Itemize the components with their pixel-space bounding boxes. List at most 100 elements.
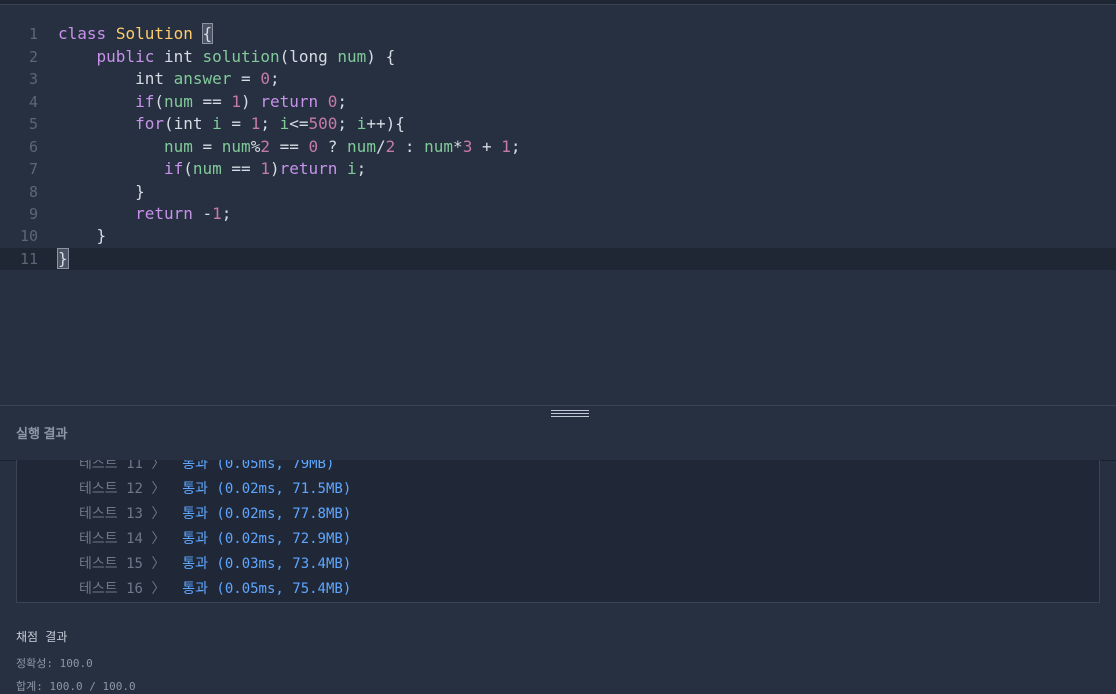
code-token: <= — [289, 114, 309, 133]
result-label: 테스트 12 〉 — [79, 481, 166, 497]
code-token: - — [192, 204, 213, 223]
code-token: ; — [356, 159, 367, 178]
line-number: 4 — [28, 93, 38, 111]
code-token: num — [347, 137, 376, 156]
code-line[interactable]: 7 if(num == 1)return i; — [0, 158, 1116, 180]
code-token: int — [163, 47, 193, 66]
code-token: answer — [173, 69, 232, 88]
code-token: { — [201, 23, 214, 44]
code-token: % — [250, 137, 261, 156]
code-token: ) — [269, 159, 280, 178]
code-token: ; — [269, 69, 280, 88]
code-token: if — [163, 159, 184, 178]
panel-title: 실행 결과 — [16, 426, 68, 441]
code-token: return — [279, 159, 338, 178]
line-number: 8 — [28, 183, 38, 201]
code-token: == — [192, 92, 232, 111]
line-number: 1 — [28, 25, 38, 43]
list-item: 테스트 14 〉 통과 (0.02ms, 72.9MB) — [79, 527, 351, 552]
code-token: : — [395, 137, 425, 156]
result-value: 통과 (0.02ms, 77.8MB) — [182, 506, 352, 522]
code-token: 0 — [327, 92, 338, 111]
code-token: num — [337, 47, 367, 66]
code-token: ) { — [366, 47, 396, 66]
code-token: i — [212, 114, 222, 133]
code-token: long — [289, 47, 328, 66]
code-token: 0 — [260, 69, 270, 88]
code-token: ; — [337, 114, 357, 133]
code-token: == — [269, 137, 309, 156]
code-token: + — [472, 137, 502, 156]
code-line-active[interactable]: 11 } — [0, 248, 1116, 270]
code-line[interactable]: 3 int answer = 0; — [0, 68, 1116, 90]
code-line[interactable]: 4 if(num == 1) return 0; — [0, 91, 1116, 113]
code-token: class — [58, 24, 107, 43]
code-token: ; — [260, 114, 280, 133]
list-item: 테스트 11 〉 통과 (0.05ms, 79MB) — [79, 460, 334, 477]
code-token: = — [192, 137, 222, 156]
code-token: * — [453, 137, 463, 156]
code-token: 2 — [385, 137, 396, 156]
code-token: 1 — [212, 204, 222, 223]
code-token: } — [135, 182, 145, 201]
panel-splitter: 실행 결과 — [0, 405, 1116, 461]
code-token: solution — [202, 47, 280, 66]
result-label: 테스트 16 〉 — [79, 581, 166, 597]
result-value: 통과 (0.03ms, 73.4MB) — [182, 556, 352, 572]
code-token: 500 — [308, 114, 338, 133]
code-token: num — [163, 137, 193, 156]
result-value: 통과 (0.02ms, 71.5MB) — [182, 481, 352, 497]
code-token: ; — [221, 204, 232, 223]
code-line[interactable]: 10 } — [0, 225, 1116, 247]
code-token: num — [221, 137, 251, 156]
code-token: } — [96, 226, 107, 245]
code-token: ( — [154, 92, 164, 111]
code-token: num — [192, 159, 222, 178]
result-label: 테스트 14 〉 — [79, 531, 166, 547]
code-token: ( — [183, 159, 193, 178]
result-value: 통과 (0.05ms, 79MB) — [182, 460, 335, 472]
line-number: 3 — [28, 70, 38, 88]
list-item: 테스트 16 〉 통과 (0.05ms, 75.4MB) — [79, 577, 351, 602]
code-token: == — [221, 159, 261, 178]
code-token: return — [260, 92, 319, 111]
line-number: 2 — [28, 48, 38, 66]
code-line[interactable]: 2 public int solution(long num) { — [0, 46, 1116, 68]
code-token: if — [135, 92, 155, 111]
code-editor[interactable]: 1 class Solution { 2 public int solution… — [0, 5, 1116, 405]
result-value: 통과 (0.05ms, 75.4MB) — [182, 581, 352, 597]
code-token: 1 — [501, 137, 511, 156]
code-line[interactable]: 8 } — [0, 181, 1116, 203]
code-token: } — [57, 248, 69, 269]
code-token: ? — [318, 137, 348, 156]
grading-title: 채점 결과 — [16, 630, 68, 644]
code-token: = — [231, 69, 261, 88]
code-line[interactable]: 9 return -1; — [0, 203, 1116, 225]
resize-handle-icon[interactable] — [551, 410, 589, 422]
test-results-list[interactable]: 테스트 11 〉 통과 (0.05ms, 79MB) 테스트 12 〉 통과 (… — [16, 460, 1100, 603]
code-token: ; — [510, 137, 521, 156]
code-token: public — [96, 47, 155, 66]
code-token: 1 — [260, 159, 270, 178]
line-number: 5 — [28, 115, 38, 133]
code-line[interactable]: 5 for(int i = 1; i<=500; i++){ — [0, 113, 1116, 135]
result-label: 테스트 13 〉 — [79, 506, 166, 522]
code-token: int — [173, 114, 203, 133]
code-token: 2 — [260, 137, 270, 156]
line-number: 9 — [28, 205, 38, 223]
code-token: / — [375, 137, 386, 156]
code-token: ( — [279, 47, 290, 66]
code-line[interactable]: 6 num = num%2 == 0 ? num/2 : num*3 + 1; — [0, 136, 1116, 158]
code-token: for — [135, 114, 164, 133]
line-number: 11 — [19, 250, 38, 268]
line-number: 7 — [28, 160, 38, 178]
code-token: i — [279, 114, 290, 133]
code-token: 1 — [231, 92, 242, 111]
code-line[interactable]: 1 class Solution { — [0, 23, 1116, 45]
line-number: 10 — [19, 227, 38, 245]
list-item: 테스트 15 〉 통과 (0.03ms, 73.4MB) — [79, 552, 351, 577]
result-value: 통과 (0.02ms, 72.9MB) — [182, 531, 352, 547]
code-token: 0 — [308, 137, 319, 156]
